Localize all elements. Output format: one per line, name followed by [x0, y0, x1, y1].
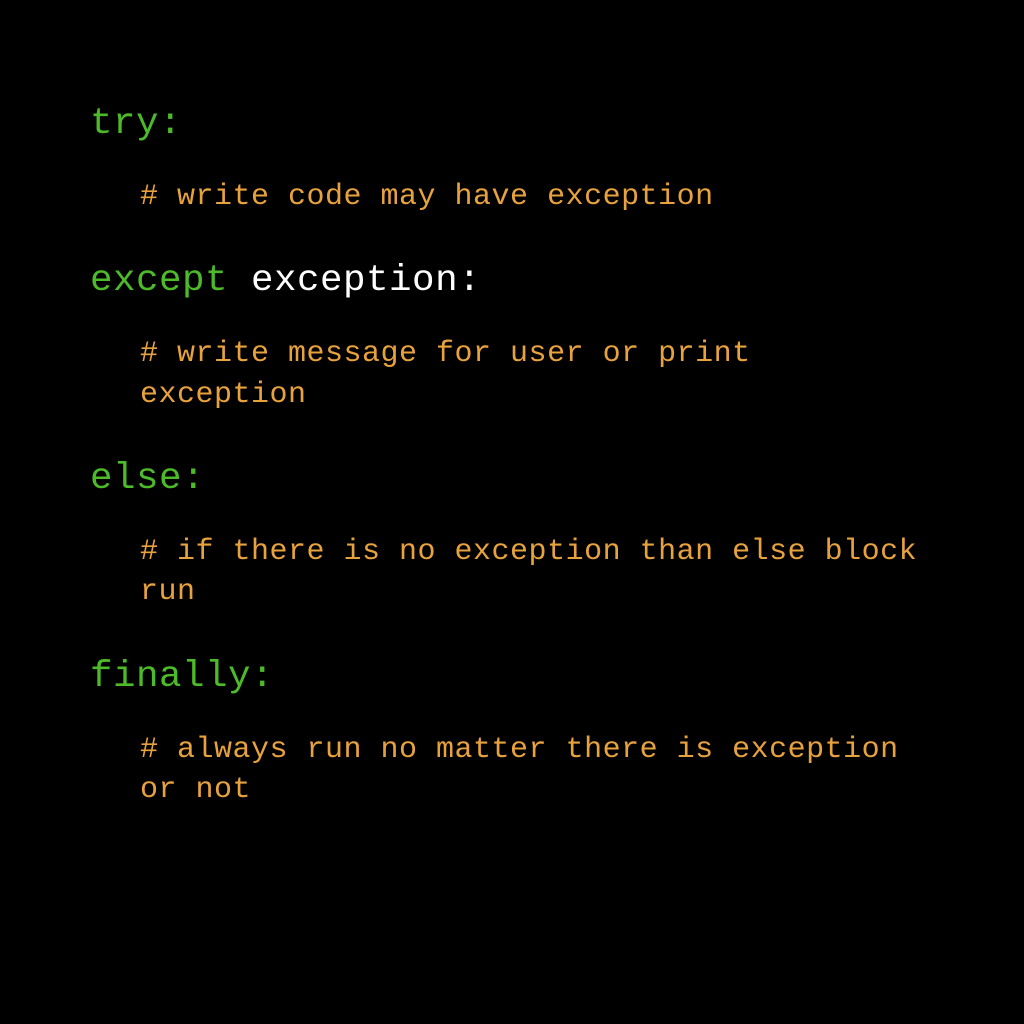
try-header: try: [90, 100, 934, 149]
finally-comment: # always run no matter there is exceptio… [90, 730, 934, 811]
else-block: else: # if there is no exception than el… [90, 455, 934, 613]
finally-block: finally: # always run no matter there is… [90, 653, 934, 811]
try-comment: # write code may have exception [90, 177, 934, 218]
except-identifier: exception [228, 260, 458, 302]
else-header: else: [90, 455, 934, 504]
try-keyword: try [90, 103, 159, 145]
try-block: try: # write code may have exception [90, 100, 934, 217]
finally-keyword: finally [90, 656, 251, 698]
except-block: except exception: # write message for us… [90, 257, 934, 415]
except-colon: : [458, 260, 481, 302]
else-keyword: else [90, 458, 182, 500]
finally-colon: : [251, 656, 274, 698]
else-colon: : [182, 458, 205, 500]
else-comment: # if there is no exception than else blo… [90, 532, 934, 613]
except-header: except exception: [90, 257, 934, 306]
finally-header: finally: [90, 653, 934, 702]
except-comment: # write message for user or print except… [90, 334, 934, 415]
except-keyword: except [90, 260, 228, 302]
try-colon: : [159, 103, 182, 145]
